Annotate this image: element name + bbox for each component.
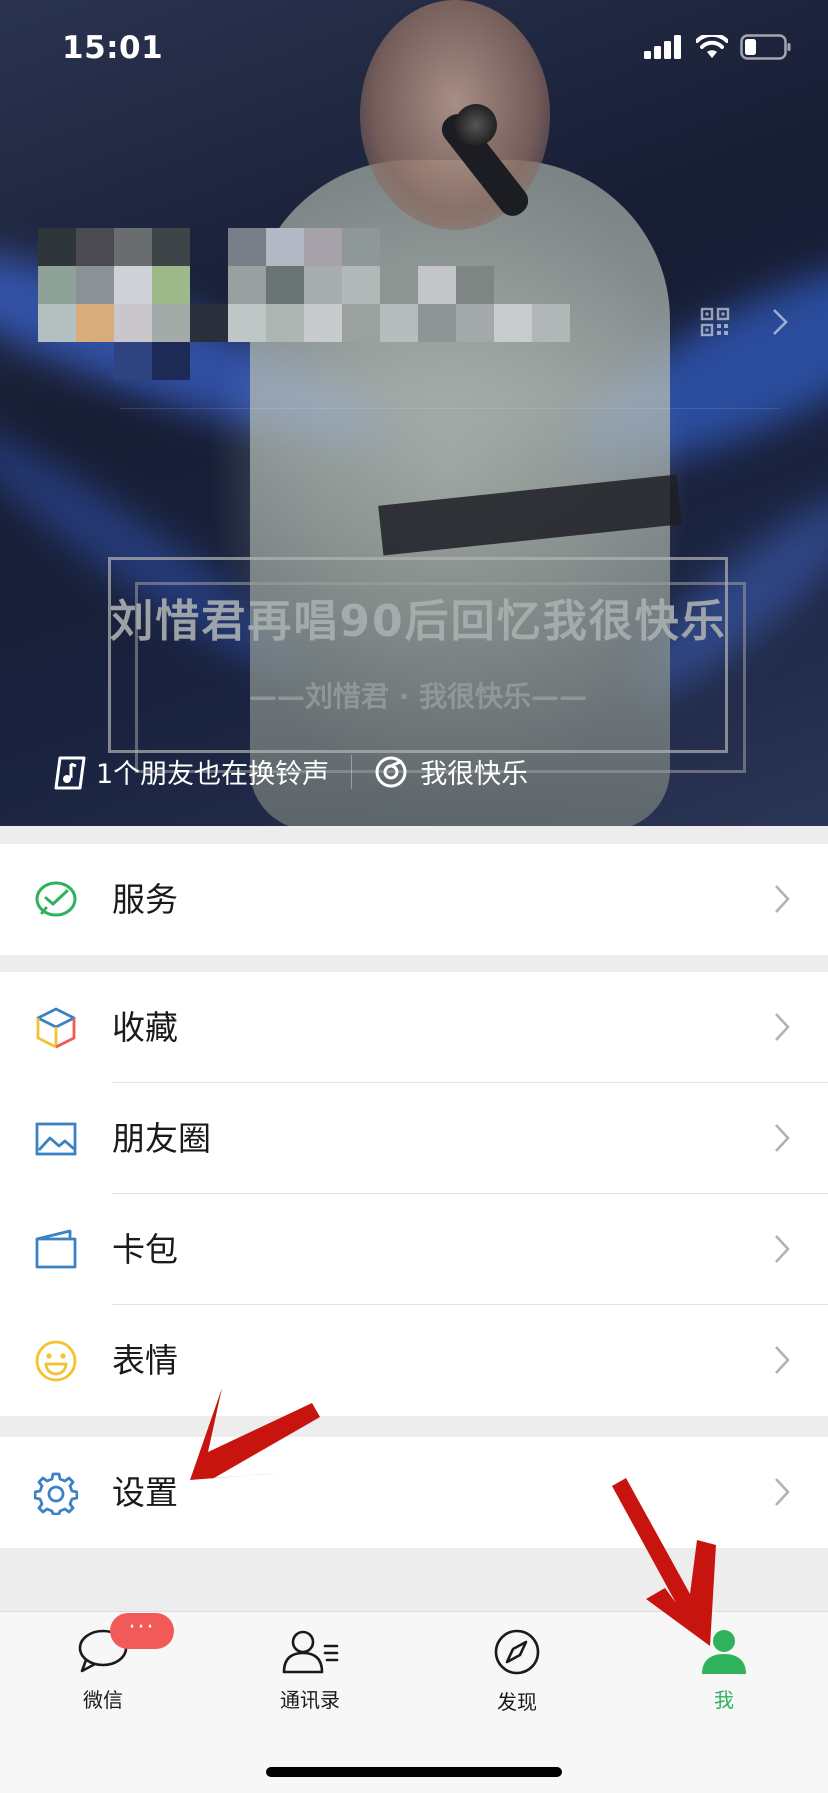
menu-item-label: 收藏	[112, 1008, 178, 1047]
chevron-right-icon	[775, 1346, 790, 1374]
favorites-cube-icon	[36, 1007, 76, 1049]
tab-contacts[interactable]: 通讯录	[240, 1628, 380, 1713]
chevron-right-icon	[775, 1478, 790, 1506]
menu-item-favorites[interactable]: 收藏	[0, 972, 828, 1083]
profile-header[interactable]: 15:01 刘惜君再唱90后回忆我很快乐 ——刘惜君 · 我很快乐—— 1个朋友…	[0, 0, 828, 826]
status-time: 15:01	[62, 30, 164, 66]
wechat-pay-icon	[35, 881, 77, 917]
status-icons	[644, 34, 792, 60]
menu-group-services: 服务	[0, 844, 828, 955]
qr-code-icon[interactable]	[700, 307, 730, 337]
menu-item-card-wallet[interactable]: 卡包	[0, 1194, 828, 1305]
card-wallet-icon	[35, 1229, 77, 1269]
ringtone-friends-text: 1个朋友也在换铃声	[96, 759, 330, 790]
music-disc-icon	[375, 756, 407, 787]
cover-song-title: 刘惜君再唱90后回忆我很快乐	[109, 596, 727, 647]
person-icon	[702, 1630, 746, 1674]
chevron-right-icon	[775, 885, 790, 913]
settings-gear-icon	[34, 1472, 78, 1515]
tab-label: 我	[714, 1688, 734, 1712]
menu-item-label: 设置	[112, 1473, 178, 1512]
chevron-right-icon	[775, 1013, 790, 1041]
divider	[120, 408, 780, 409]
ringtone-status[interactable]: 1个朋友也在换铃声 我很快乐	[54, 752, 528, 791]
home-indicator[interactable]	[266, 1767, 562, 1777]
menu-item-label: 卡包	[112, 1230, 178, 1269]
menu-group-main: 收藏 朋友圈 卡包 表情	[0, 972, 828, 1416]
chevron-right-icon	[775, 1235, 790, 1263]
chevron-right-icon[interactable]	[772, 308, 788, 336]
compass-icon	[494, 1629, 540, 1675]
menu-item-label: 表情	[112, 1341, 178, 1380]
menu-item-settings[interactable]: 设置	[0, 1437, 828, 1548]
cover-song-subtitle: ——刘惜君 · 我很快乐——	[248, 680, 588, 713]
tab-me[interactable]: 我	[654, 1628, 794, 1713]
tab-label: 微信	[83, 1688, 123, 1712]
menu-item-stickers[interactable]: 表情	[0, 1305, 828, 1416]
signal-icon	[644, 35, 681, 59]
separator	[351, 754, 353, 789]
menu-item-label: 朋友圈	[112, 1119, 211, 1158]
moments-image-icon	[35, 1122, 77, 1156]
tab-label: 通讯录	[280, 1688, 340, 1712]
contacts-icon	[282, 1630, 339, 1674]
menu-group-settings: 设置	[0, 1437, 828, 1548]
microphone-head	[455, 104, 497, 146]
tab-label: 发现	[497, 1690, 537, 1714]
battery-icon	[740, 34, 791, 60]
tab-discover[interactable]: 发现	[447, 1628, 587, 1715]
smiley-icon	[35, 1340, 77, 1382]
chevron-right-icon	[775, 1124, 790, 1152]
menu-item-services[interactable]: 服务	[0, 844, 828, 955]
ringtone-note-icon	[54, 756, 86, 789]
unread-badge: ···	[110, 1613, 174, 1649]
menu-item-moments[interactable]: 朋友圈	[0, 1083, 828, 1194]
menu-item-label: 服务	[112, 880, 178, 919]
wifi-icon	[696, 35, 728, 58]
song-name: 我很快乐	[420, 759, 529, 790]
